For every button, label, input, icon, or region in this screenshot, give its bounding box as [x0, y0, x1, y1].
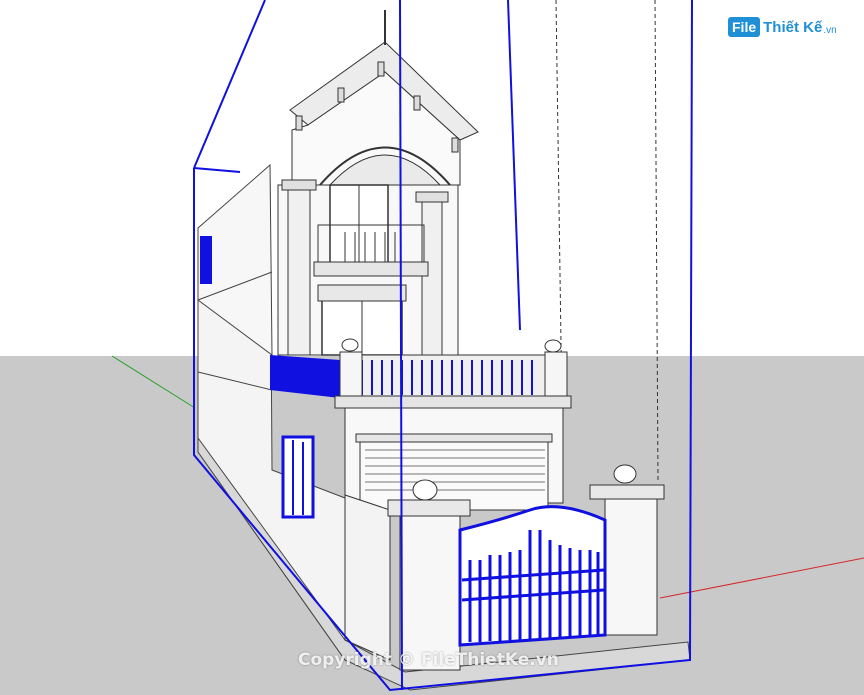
logo-main-text: Thiết Kế	[763, 18, 823, 36]
gate-lamp-left	[412, 479, 438, 501]
gate-lamp-right	[613, 464, 637, 484]
column-cap-right	[415, 191, 449, 203]
column-cap-left	[281, 179, 317, 191]
gate-pillar-left-cap	[387, 499, 471, 517]
gate-pillar-left	[399, 509, 461, 671]
balcony-post-left	[339, 351, 363, 399]
balcony-lamp-left	[341, 338, 359, 352]
blue-axis-dashed-2	[654, 0, 659, 481]
small-balcony-slab	[313, 261, 429, 277]
balcony-post-right	[544, 351, 568, 399]
side-window	[281, 435, 315, 519]
balcony-slab	[334, 395, 572, 409]
gate-pillar-right-cap	[589, 484, 665, 500]
filethietke-logo: File Thiết Kế .vn	[728, 14, 837, 40]
garage-lintel	[355, 433, 553, 443]
green-axis	[111, 355, 196, 409]
big-balcony-side	[270, 355, 340, 398]
middle-floor-lintel	[317, 284, 407, 302]
logo-suffix-text: .vn	[823, 24, 837, 36]
gate-pillar-right	[604, 494, 658, 636]
balcony-lamp-right	[544, 339, 562, 353]
fence-wall-left	[344, 494, 391, 661]
logo-box-text: File	[728, 17, 761, 37]
copyright-watermark: Copyright © FileThietKe.vn	[298, 650, 559, 670]
side-blue-panel	[200, 236, 212, 284]
sketchup-viewport[interactable]: File Thiết Kế .vn Copyright © FileThietK…	[0, 0, 864, 695]
column-left	[287, 184, 311, 356]
house-model-scene[interactable]	[0, 0, 864, 695]
